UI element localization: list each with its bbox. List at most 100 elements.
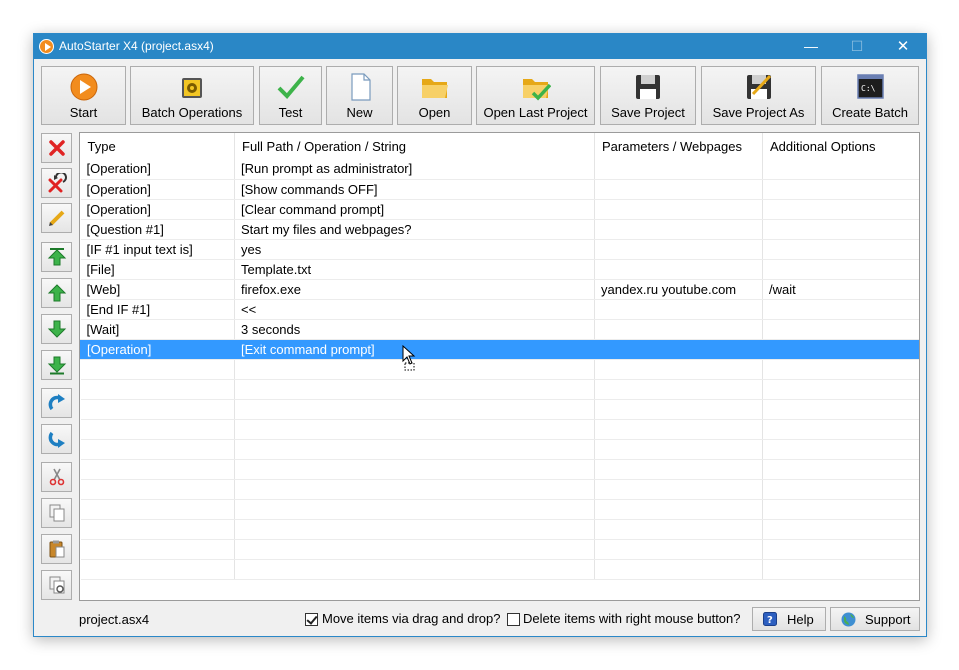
table-row[interactable]: [Operation] [Clear command prompt] xyxy=(80,199,919,220)
create-batch-button[interactable]: C:\ Create Batch xyxy=(821,66,919,125)
drag-drop-checkbox[interactable] xyxy=(305,613,318,626)
move-down-icon xyxy=(47,320,67,338)
right-delete-checkbox[interactable] xyxy=(507,613,520,626)
table-cell: Template.txt xyxy=(234,259,595,280)
table-cell: << xyxy=(234,299,595,320)
copy-button[interactable] xyxy=(41,498,72,528)
cut-button[interactable] xyxy=(41,462,72,492)
table-cell xyxy=(594,479,763,500)
move-bottom-button[interactable] xyxy=(41,350,72,380)
table-cell xyxy=(762,459,919,480)
right-delete-label[interactable]: Delete items with right mouse button? xyxy=(523,611,741,626)
table-cell xyxy=(234,519,595,540)
test-button[interactable]: Test xyxy=(259,66,322,125)
minimize-button[interactable]: — xyxy=(788,34,834,59)
table-cell xyxy=(234,559,595,580)
empty-table-row[interactable] xyxy=(80,399,919,420)
delete-icon xyxy=(49,140,65,156)
open-label: Open xyxy=(418,105,451,120)
save-project-as-label: Save Project As xyxy=(712,105,805,120)
save-project-label: Save Project xyxy=(611,105,685,120)
empty-table-row[interactable] xyxy=(80,479,919,500)
mouse-pointer-icon xyxy=(402,345,416,371)
table-cell xyxy=(80,519,235,540)
table-cell xyxy=(762,479,919,500)
delete-button[interactable] xyxy=(41,133,72,163)
start-button[interactable]: Start xyxy=(41,66,126,125)
column-header-path[interactable]: Full Path / Operation / String xyxy=(234,133,595,159)
empty-table-row[interactable] xyxy=(80,559,919,580)
empty-table-row[interactable] xyxy=(80,539,919,560)
table-body: [Operation] [Run prompt as administrator]… xyxy=(80,159,919,580)
table-cell xyxy=(80,379,235,400)
help-button[interactable]: ? Help xyxy=(752,607,826,631)
table-cell xyxy=(762,199,919,220)
table-cell: yes xyxy=(234,239,595,260)
indent-up-button[interactable] xyxy=(41,388,72,418)
duplicate-button[interactable] xyxy=(41,570,72,600)
move-down-button[interactable] xyxy=(41,314,72,344)
move-top-button[interactable] xyxy=(41,242,72,272)
move-up-icon xyxy=(47,284,67,302)
table-row[interactable]: [Question #1] Start my files and webpages… xyxy=(80,219,919,240)
table-cell: [Wait] xyxy=(80,319,235,340)
table-cell: [File] xyxy=(80,259,235,280)
table-cell xyxy=(594,359,763,380)
table-cell xyxy=(234,499,595,520)
empty-table-row[interactable] xyxy=(80,419,919,440)
table-cell xyxy=(594,379,763,400)
maximize-button[interactable]: ☐ xyxy=(834,34,880,59)
table-cell: [IF #1 input text is] xyxy=(80,239,235,260)
table-cell: [Show commands OFF] xyxy=(234,179,595,200)
table-cell xyxy=(762,319,919,340)
app-window: AutoStarter X4 (project.asx4) — ☐ ✕ Star… xyxy=(33,33,927,637)
batch-operations-button[interactable]: Batch Operations xyxy=(130,66,254,125)
table-row[interactable]: [Wait] 3 seconds xyxy=(80,319,919,340)
table-row[interactable]: [Operation] [Run prompt as administrator] xyxy=(80,159,919,180)
table-cell xyxy=(594,299,763,320)
table-cell xyxy=(594,539,763,560)
open-button[interactable]: Open xyxy=(397,66,472,125)
paste-button[interactable] xyxy=(41,534,72,564)
table-cell xyxy=(80,499,235,520)
empty-table-row[interactable] xyxy=(80,359,919,380)
operations-list[interactable]: Type Full Path / Operation / String Para… xyxy=(79,132,920,601)
indent-down-icon xyxy=(48,431,65,448)
empty-table-row[interactable] xyxy=(80,519,919,540)
table-cell xyxy=(594,399,763,420)
title-bar[interactable]: AutoStarter X4 (project.asx4) — ☐ ✕ xyxy=(34,34,926,59)
table-cell xyxy=(594,459,763,480)
table-cell xyxy=(594,339,763,360)
indent-down-button[interactable] xyxy=(41,424,72,454)
table-row[interactable]: [Operation] [Show commands OFF] xyxy=(80,179,919,200)
column-header-parameters[interactable]: Parameters / Webpages xyxy=(594,133,763,159)
table-row[interactable]: [End IF #1] << xyxy=(80,299,919,320)
open-last-project-button[interactable]: Open Last Project xyxy=(476,66,595,125)
table-cell xyxy=(80,459,235,480)
delete-undo-icon xyxy=(48,173,67,193)
empty-table-row[interactable] xyxy=(80,439,919,460)
table-cell xyxy=(594,259,763,280)
table-cell xyxy=(762,159,919,180)
move-up-button[interactable] xyxy=(41,278,72,308)
table-cell xyxy=(80,359,235,380)
table-row[interactable]: [IF #1 input text is] yes xyxy=(80,239,919,260)
table-cell xyxy=(594,439,763,460)
new-button[interactable]: New xyxy=(326,66,393,125)
support-button[interactable]: Support xyxy=(830,607,920,631)
table-row[interactable]: [Operation] [Exit command prompt] xyxy=(80,339,919,360)
drag-drop-label[interactable]: Move items via drag and drop? xyxy=(322,611,500,626)
save-project-button[interactable]: Save Project xyxy=(600,66,696,125)
close-button[interactable]: ✕ xyxy=(880,34,926,59)
empty-table-row[interactable] xyxy=(80,379,919,400)
save-project-as-button[interactable]: Save Project As xyxy=(701,66,816,125)
column-header-type[interactable]: Type xyxy=(80,133,235,159)
table-row[interactable]: [File] Template.txt xyxy=(80,259,919,280)
delete-undo-button[interactable] xyxy=(41,168,72,198)
table-row[interactable]: [Web] firefox.exe yandex.ru youtube.com/wa… xyxy=(80,279,919,300)
empty-table-row[interactable] xyxy=(80,499,919,520)
table-cell xyxy=(762,539,919,560)
column-header-options[interactable]: Additional Options xyxy=(762,133,919,159)
empty-table-row[interactable] xyxy=(80,459,919,480)
edit-button[interactable] xyxy=(41,203,72,233)
